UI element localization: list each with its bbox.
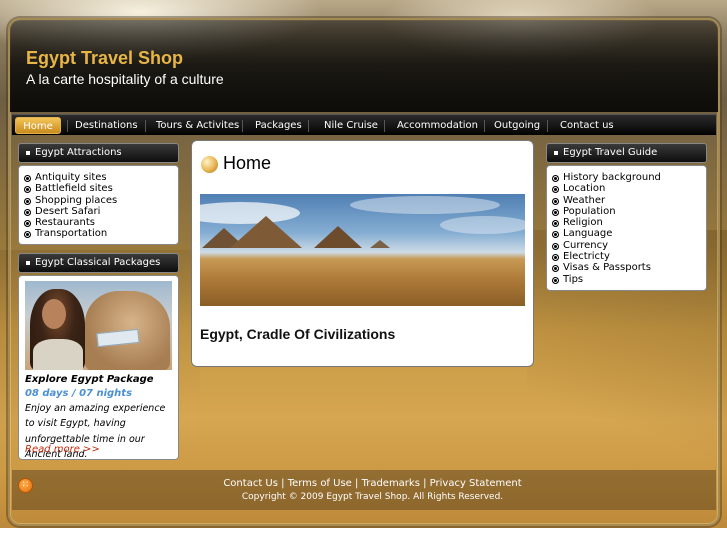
attractions-heading-text: Egypt Attractions <box>35 147 122 158</box>
cloud <box>440 216 525 234</box>
square-bullet-icon <box>26 151 30 155</box>
nav-nile-cruise[interactable]: Nile Cruise <box>319 117 383 134</box>
square-bullet-icon <box>26 261 30 265</box>
hero-caption: Egypt, Cradle Of Civilizations <box>200 326 396 342</box>
footer-trademarks[interactable]: Trademarks <box>362 478 420 489</box>
guide-population[interactable]: Population <box>549 206 661 217</box>
traveler-shirt <box>33 339 83 370</box>
nav-divider <box>308 120 309 132</box>
footer-separator: | <box>419 478 430 489</box>
read-more-link[interactable]: Read more >> <box>25 444 100 455</box>
home-orb-icon <box>201 156 218 173</box>
pyramids-hero-image <box>200 194 525 306</box>
nav-outgoing[interactable]: Outgoing <box>489 117 545 134</box>
cloud <box>350 196 500 214</box>
nav-divider <box>384 120 385 132</box>
main-content: Home Egypt, Cradle Of Civilizations <box>191 140 534 367</box>
footer-separator: | <box>351 478 362 489</box>
pyramid-distant <box>370 240 390 248</box>
nav-divider <box>547 120 548 132</box>
attraction-shopping-places[interactable]: Shopping places <box>21 195 117 206</box>
guide-heading: Egypt Travel Guide <box>546 143 707 163</box>
footer-privacy-statement[interactable]: Privacy Statement <box>430 478 522 489</box>
footer-links: Contact Us | Terms of Use | Trademarks |… <box>0 478 727 489</box>
guide-weather[interactable]: Weather <box>549 195 661 206</box>
nav-accommodation[interactable]: Accommodation <box>392 117 483 134</box>
site-tagline: A la carte hospitality of a culture <box>26 71 224 87</box>
site-title[interactable]: Egypt Travel Shop <box>26 48 183 69</box>
guide-list: History background Location Weather Popu… <box>549 172 661 285</box>
footer-terms-of-use[interactable]: Terms of Use <box>288 478 352 489</box>
page-title: Home <box>223 153 272 173</box>
footer-separator: | <box>277 478 288 489</box>
package-title[interactable]: Explore Egypt Package <box>25 374 154 385</box>
copyright: Copyright © 2009 Egypt Travel Shop. All … <box>241 492 504 502</box>
footer-contact-us[interactable]: Contact Us <box>223 478 278 489</box>
guide-language[interactable]: Language <box>549 228 661 239</box>
guide-location[interactable]: Location <box>549 183 661 194</box>
attraction-battlefield-sites[interactable]: Battlefield sites <box>21 183 117 194</box>
nav-destinations[interactable]: Destinations <box>70 117 143 134</box>
attraction-antiquity-sites[interactable]: Antiquity sites <box>21 172 117 183</box>
pyramid-middle <box>314 226 362 248</box>
guide-currency[interactable]: Currency <box>549 240 661 251</box>
guide-heading-text: Egypt Travel Guide <box>563 147 658 158</box>
nav-divider <box>484 120 485 132</box>
bottom-margin <box>0 528 727 545</box>
attraction-desert-safari[interactable]: Desert Safari <box>21 206 117 217</box>
attraction-transportation[interactable]: Transportation <box>21 228 117 239</box>
attractions-list: Antiquity sites Battlefield sites Shoppi… <box>21 172 117 240</box>
guide-box: History background Location Weather Popu… <box>546 165 707 291</box>
footer <box>12 470 716 510</box>
square-bullet-icon <box>554 151 558 155</box>
package-duration: 08 days / 07 nights <box>25 388 133 399</box>
guide-religion[interactable]: Religion <box>549 217 661 228</box>
nav-packages[interactable]: Packages <box>250 117 307 134</box>
traveler-face <box>42 299 66 329</box>
nav-divider <box>242 120 243 132</box>
attraction-restaurants[interactable]: Restaurants <box>21 217 117 228</box>
guide-history-background[interactable]: History background <box>549 172 661 183</box>
packages-heading-text: Egypt Classical Packages <box>35 257 161 268</box>
main-nav: Home Destinations Tours & Activites Pack… <box>12 114 716 135</box>
package-photo[interactable] <box>25 281 172 370</box>
nav-tours-activites[interactable]: Tours & Activites <box>151 117 244 134</box>
nav-home[interactable]: Home <box>15 117 61 134</box>
packages-box: Explore Egypt Package 08 days / 07 night… <box>18 275 179 460</box>
guide-electricty[interactable]: Electricty <box>549 251 661 262</box>
packages-heading: Egypt Classical Packages <box>18 253 179 273</box>
nav-divider <box>145 120 146 132</box>
guide-visas-passports[interactable]: Visas & Passports <box>549 262 661 273</box>
nav-contact-us[interactable]: Contact us <box>555 117 619 134</box>
attractions-box: Antiquity sites Battlefield sites Shoppi… <box>18 165 179 245</box>
guide-tips[interactable]: Tips <box>549 274 661 285</box>
attractions-heading: Egypt Attractions <box>18 143 179 163</box>
pyramid-great <box>230 216 302 248</box>
nav-divider <box>67 120 68 132</box>
